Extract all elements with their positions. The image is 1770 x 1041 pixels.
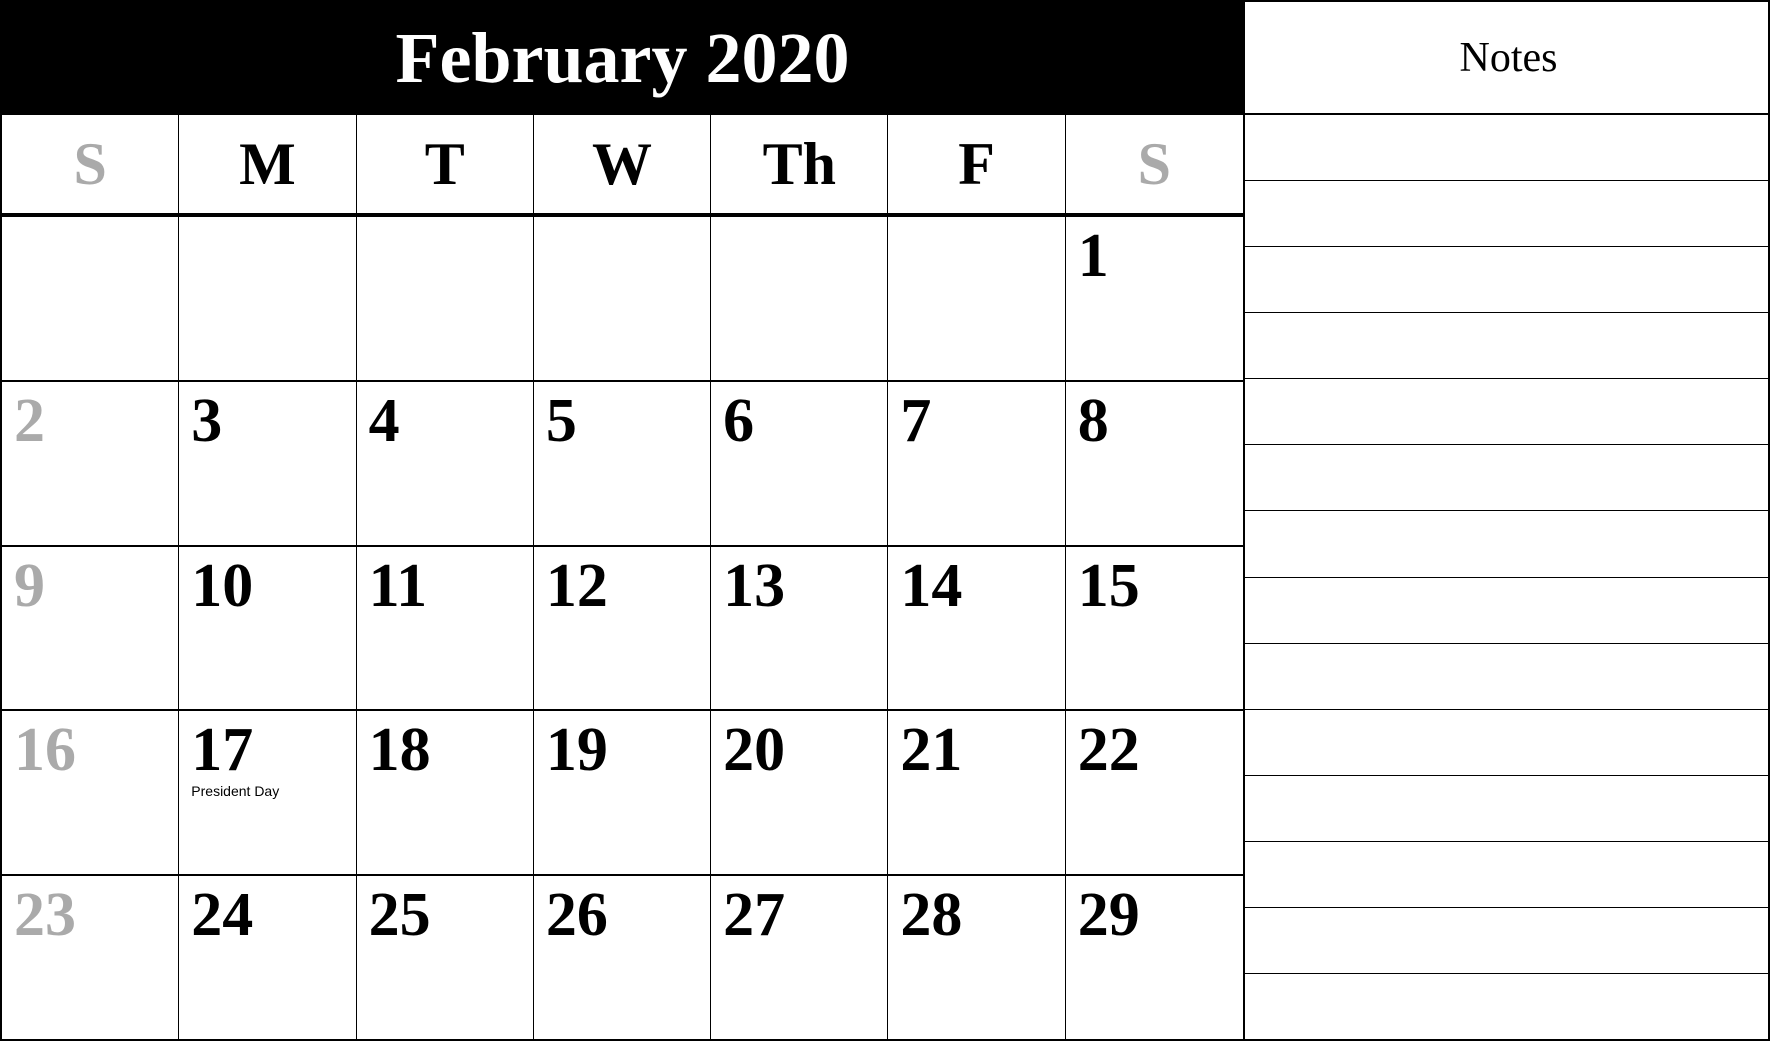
cell-number: 9 <box>14 555 45 617</box>
cell-number: 16 <box>14 719 76 781</box>
calendar-cell[interactable]: 1 <box>1066 217 1243 380</box>
calendar-row-3: 16 17 President Day 18 19 20 21 22 <box>2 709 1243 874</box>
calendar-cell[interactable]: 26 <box>534 876 711 1039</box>
notes-line[interactable] <box>1245 511 1770 577</box>
cell-number: 29 <box>1078 884 1140 946</box>
notes-line[interactable] <box>1245 181 1770 247</box>
day-header-t: T <box>357 115 534 213</box>
day-header-m: M <box>179 115 356 213</box>
day-header-th: Th <box>711 115 888 213</box>
notes-line[interactable] <box>1245 578 1770 644</box>
cell-number: 4 <box>369 390 400 452</box>
cell-event: President Day <box>191 783 279 799</box>
calendar-title: February 2020 <box>2 2 1243 115</box>
notes-line[interactable] <box>1245 644 1770 710</box>
cell-number: 1 <box>1078 225 1109 287</box>
calendar-cell[interactable] <box>357 217 534 380</box>
cell-number: 15 <box>1078 555 1140 617</box>
cell-number: 25 <box>369 884 431 946</box>
day-header-w: W <box>534 115 711 213</box>
notes-line[interactable] <box>1245 115 1770 181</box>
calendar-row-2: 9 10 11 12 13 14 15 <box>2 545 1243 710</box>
calendar-cell[interactable]: 25 <box>357 876 534 1039</box>
cell-number: 24 <box>191 884 253 946</box>
notes-line[interactable] <box>1245 842 1770 908</box>
cell-number: 19 <box>546 719 608 781</box>
calendar-cell[interactable]: 15 <box>1066 547 1243 710</box>
cell-number: 2 <box>14 390 45 452</box>
calendar-row-4: 23 24 25 26 27 28 29 <box>2 874 1243 1039</box>
cell-number: 13 <box>723 555 785 617</box>
calendar-cell[interactable]: 19 <box>534 711 711 874</box>
cell-number: 26 <box>546 884 608 946</box>
calendar-grid: 1234567891011121314151617President Day18… <box>2 215 1243 1039</box>
cell-number: 23 <box>14 884 76 946</box>
calendar-cell[interactable]: 7 <box>888 382 1065 545</box>
calendar-cell[interactable]: 20 <box>711 711 888 874</box>
notes-section: Notes <box>1245 2 1770 1039</box>
notes-line[interactable] <box>1245 710 1770 776</box>
cell-number: 28 <box>900 884 962 946</box>
days-header: SMTWThFS <box>2 115 1243 215</box>
calendar-row-0: 1 <box>2 215 1243 380</box>
calendar-cell[interactable]: 13 <box>711 547 888 710</box>
calendar-cell[interactable]: 22 <box>1066 711 1243 874</box>
calendar-cell[interactable]: 9 <box>2 547 179 710</box>
calendar-cell[interactable]: 4 <box>357 382 534 545</box>
calendar-cell[interactable] <box>2 217 179 380</box>
calendar-cell[interactable]: 24 <box>179 876 356 1039</box>
calendar-cell[interactable]: 11 <box>357 547 534 710</box>
cell-number: 10 <box>191 555 253 617</box>
cell-number: 3 <box>191 390 222 452</box>
cell-number: 12 <box>546 555 608 617</box>
notes-title: Notes <box>1245 2 1770 115</box>
notes-lines <box>1245 115 1770 1039</box>
notes-line[interactable] <box>1245 776 1770 842</box>
calendar-cell[interactable]: 14 <box>888 547 1065 710</box>
calendar-cell[interactable]: 2 <box>2 382 179 545</box>
calendar-cell[interactable]: 10 <box>179 547 356 710</box>
cell-number: 14 <box>900 555 962 617</box>
calendar-cell[interactable]: 21 <box>888 711 1065 874</box>
calendar-cell[interactable]: 3 <box>179 382 356 545</box>
cell-number: 27 <box>723 884 785 946</box>
day-header-f: F <box>888 115 1065 213</box>
calendar-cell[interactable]: 16 <box>2 711 179 874</box>
notes-line[interactable] <box>1245 379 1770 445</box>
calendar-cell[interactable] <box>534 217 711 380</box>
cell-number: 21 <box>900 719 962 781</box>
calendar-cell[interactable]: 23 <box>2 876 179 1039</box>
notes-line[interactable] <box>1245 908 1770 974</box>
calendar-row-1: 2 3 4 5 6 7 8 <box>2 380 1243 545</box>
cell-number: 11 <box>369 555 428 617</box>
cell-number: 8 <box>1078 390 1109 452</box>
cell-number: 6 <box>723 390 754 452</box>
calendar-cell[interactable]: 18 <box>357 711 534 874</box>
calendar-cell[interactable]: 27 <box>711 876 888 1039</box>
app-container: February 2020 SMTWThFS 12345678910111213… <box>0 0 1770 1041</box>
day-header-s: S <box>2 115 179 213</box>
calendar-section: February 2020 SMTWThFS 12345678910111213… <box>2 2 1245 1039</box>
calendar-cell[interactable]: 29 <box>1066 876 1243 1039</box>
notes-line[interactable] <box>1245 974 1770 1039</box>
calendar-cell[interactable] <box>711 217 888 380</box>
calendar-cell[interactable]: 8 <box>1066 382 1243 545</box>
cell-number: 22 <box>1078 719 1140 781</box>
cell-number: 18 <box>369 719 431 781</box>
cell-number: 17 <box>191 719 253 781</box>
calendar-cell[interactable]: 6 <box>711 382 888 545</box>
cell-number: 7 <box>900 390 931 452</box>
calendar-cell[interactable]: 12 <box>534 547 711 710</box>
calendar-cell[interactable] <box>888 217 1065 380</box>
day-header-s: S <box>1066 115 1243 213</box>
notes-line[interactable] <box>1245 445 1770 511</box>
cell-number: 5 <box>546 390 577 452</box>
calendar-cell[interactable]: 28 <box>888 876 1065 1039</box>
calendar-cell[interactable]: 5 <box>534 382 711 545</box>
calendar-cell[interactable]: 17 President Day <box>179 711 356 874</box>
calendar-cell[interactable] <box>179 217 356 380</box>
notes-line[interactable] <box>1245 313 1770 379</box>
cell-number: 20 <box>723 719 785 781</box>
notes-line[interactable] <box>1245 247 1770 313</box>
